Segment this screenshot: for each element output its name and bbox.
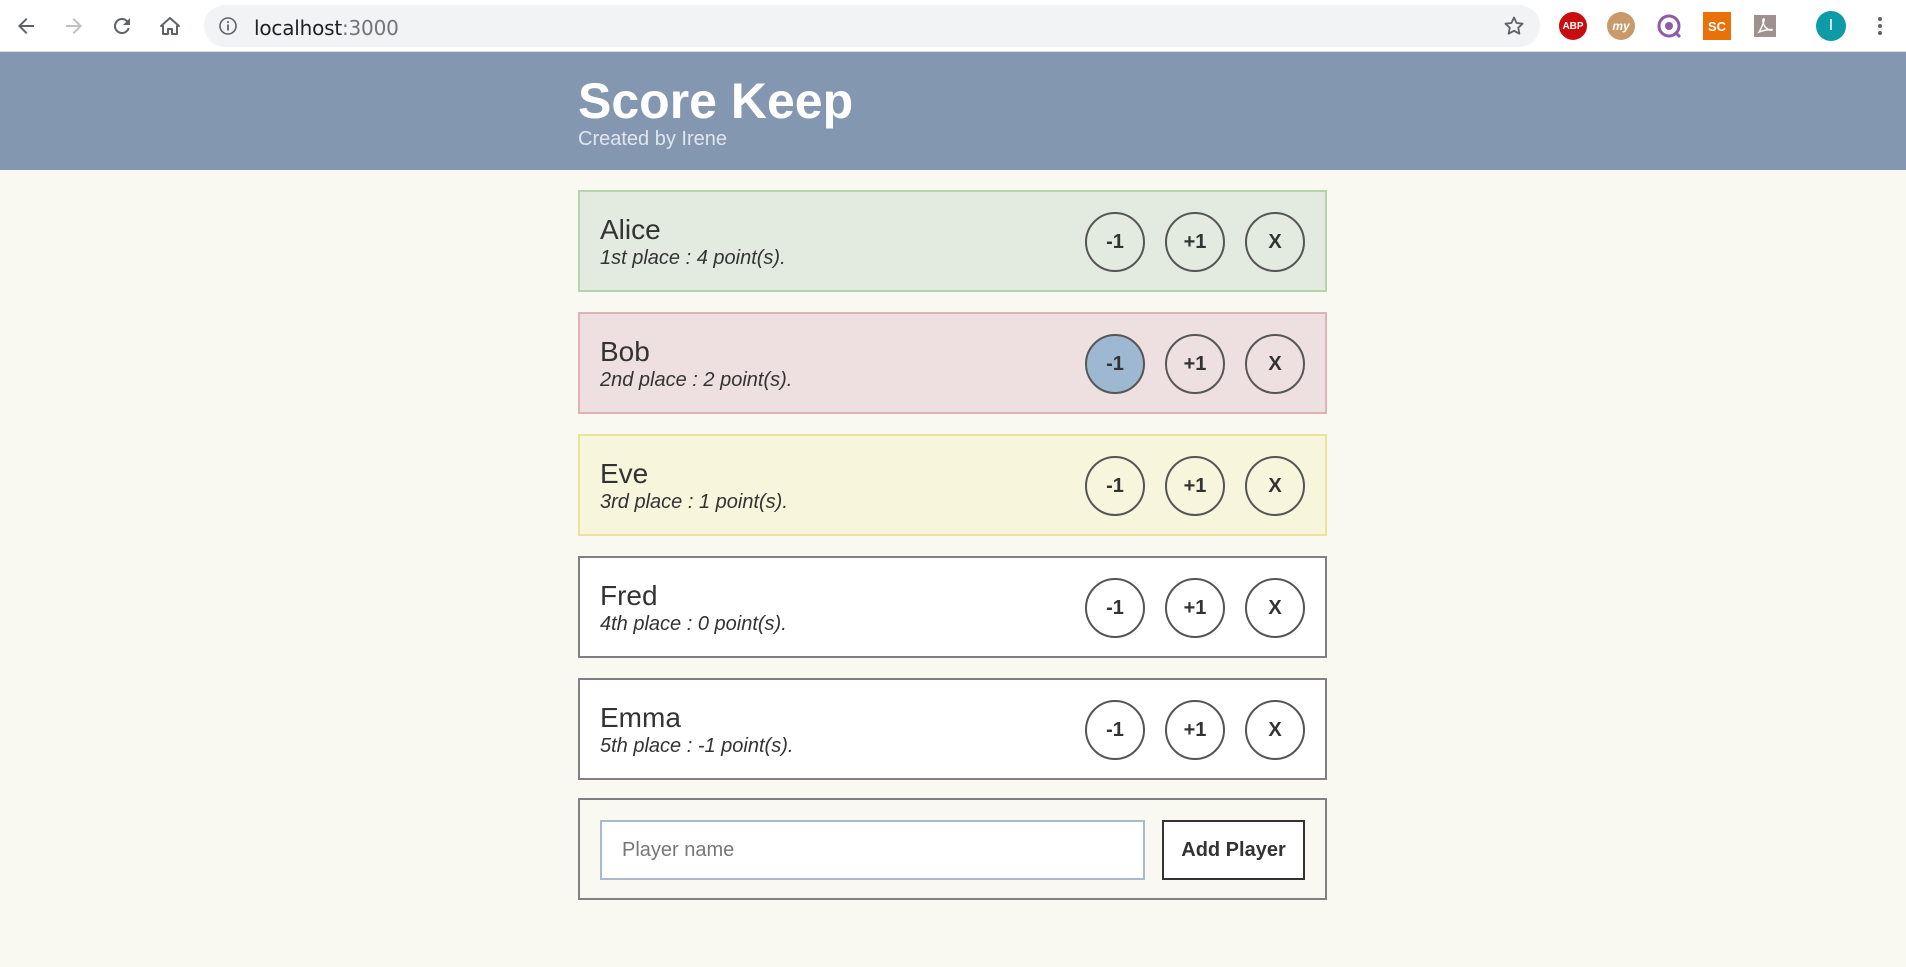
player-actions: -1 +1 X <box>1085 700 1305 760</box>
back-arrow-icon <box>18 18 34 34</box>
more-vert-icon <box>1878 17 1882 35</box>
browser-toolbar: localhost:3000 ABP my SC I <box>0 0 1906 52</box>
bookmark-star-icon[interactable] <box>1502 14 1526 38</box>
profile-avatar[interactable]: I <box>1816 11 1846 41</box>
reload-button[interactable] <box>102 6 142 46</box>
my-extension-icon[interactable]: my <box>1607 12 1635 40</box>
app-header: Score Keep Created by Irene <box>0 52 1906 170</box>
player-card: Alice 1st place : 4 point(s). -1 +1 X <box>578 190 1327 292</box>
url-port: :3000 <box>341 16 399 40</box>
pdf-extension-icon[interactable] <box>1751 12 1779 40</box>
forward-arrow-icon <box>66 18 82 34</box>
decrement-score-button[interactable]: -1 <box>1085 212 1145 272</box>
page-title: Score Keep <box>578 73 854 129</box>
player-stats: 3rd place : 1 point(s). <box>600 491 788 513</box>
add-player-form: Add Player <box>578 798 1327 900</box>
remove-player-button[interactable]: X <box>1245 212 1305 272</box>
browser-menu-button[interactable] <box>1866 12 1894 40</box>
url-text[interactable]: localhost:3000 <box>254 16 399 40</box>
player-stats: 1st place : 4 point(s). <box>600 247 786 269</box>
home-icon <box>160 17 180 35</box>
remove-player-button[interactable]: X <box>1245 456 1305 516</box>
decrement-score-button[interactable]: -1 <box>1085 334 1145 394</box>
player-card: Eve 3rd place : 1 point(s). -1 +1 X <box>578 434 1327 536</box>
cast-extension-icon[interactable] <box>1655 12 1683 40</box>
remove-player-button[interactable]: X <box>1245 578 1305 638</box>
player-name: Fred <box>600 580 658 611</box>
player-name: Emma <box>600 702 681 733</box>
home-button[interactable] <box>150 6 190 46</box>
player-actions: -1 +1 X <box>1085 578 1305 638</box>
reload-icon <box>113 17 130 34</box>
decrement-score-button[interactable]: -1 <box>1085 578 1145 638</box>
sc-extension-icon[interactable]: SC <box>1703 12 1731 40</box>
player-card: Bob 2nd place : 2 point(s). -1 +1 X <box>578 312 1327 414</box>
decrement-score-button[interactable]: -1 <box>1085 700 1145 760</box>
player-name-input[interactable] <box>600 820 1145 880</box>
url-host: localhost <box>254 16 342 40</box>
increment-score-button[interactable]: +1 <box>1165 456 1225 516</box>
increment-score-button[interactable]: +1 <box>1165 578 1225 638</box>
player-actions: -1 +1 X <box>1085 334 1305 394</box>
increment-score-button[interactable]: +1 <box>1165 700 1225 760</box>
player-actions: -1 +1 X <box>1085 212 1305 272</box>
remove-player-button[interactable]: X <box>1245 334 1305 394</box>
info-icon[interactable] <box>218 16 238 36</box>
player-card: Emma 5th place : -1 point(s). -1 +1 X <box>578 678 1327 780</box>
back-button[interactable] <box>6 6 46 46</box>
remove-player-button[interactable]: X <box>1245 700 1305 760</box>
add-player-button[interactable]: Add Player <box>1162 820 1305 880</box>
player-name: Alice <box>600 214 661 245</box>
player-card: Fred 4th place : 0 point(s). -1 +1 X <box>578 556 1327 658</box>
increment-score-button[interactable]: +1 <box>1165 334 1225 394</box>
player-name: Bob <box>600 336 650 367</box>
player-name: Eve <box>600 458 649 489</box>
player-stats: 2nd place : 2 point(s). <box>600 369 793 391</box>
player-stats: 5th place : -1 point(s). <box>600 735 794 757</box>
player-actions: -1 +1 X <box>1085 456 1305 516</box>
adblock-extension-icon[interactable]: ABP <box>1559 12 1587 40</box>
player-list: Alice 1st place : 4 point(s). -1 +1 X Bob 2nd … <box>578 190 1327 800</box>
increment-score-button[interactable]: +1 <box>1165 212 1225 272</box>
player-stats: 4th place : 0 point(s). <box>600 613 787 635</box>
decrement-score-button[interactable]: -1 <box>1085 456 1145 516</box>
address-bar[interactable]: localhost:3000 <box>204 5 1540 47</box>
forward-button[interactable] <box>54 6 94 46</box>
page-subtitle: Created by Irene <box>578 128 727 150</box>
